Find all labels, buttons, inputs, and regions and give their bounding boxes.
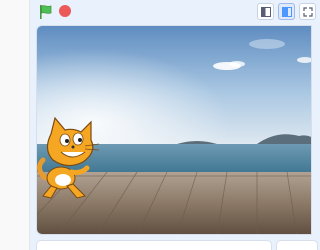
- sprite-info-panel[interactable]: [36, 240, 272, 250]
- stage-selector-panel[interactable]: [276, 240, 318, 250]
- small-stage-icon: [261, 7, 271, 17]
- fullscreen-icon: [303, 7, 313, 17]
- green-flag-icon[interactable]: [38, 4, 54, 20]
- stage-header: [29, 0, 316, 24]
- scratch-editor: [0, 0, 318, 250]
- stage-canvas[interactable]: [36, 25, 312, 235]
- normal-stage-button[interactable]: [278, 3, 295, 20]
- stop-sign-icon[interactable]: [59, 5, 71, 17]
- normal-stage-icon: [282, 7, 292, 17]
- small-stage-button[interactable]: [257, 3, 274, 20]
- code-workspace-edge[interactable]: [0, 0, 30, 250]
- cat-sprite[interactable]: [37, 116, 107, 206]
- fullscreen-button[interactable]: [299, 3, 316, 20]
